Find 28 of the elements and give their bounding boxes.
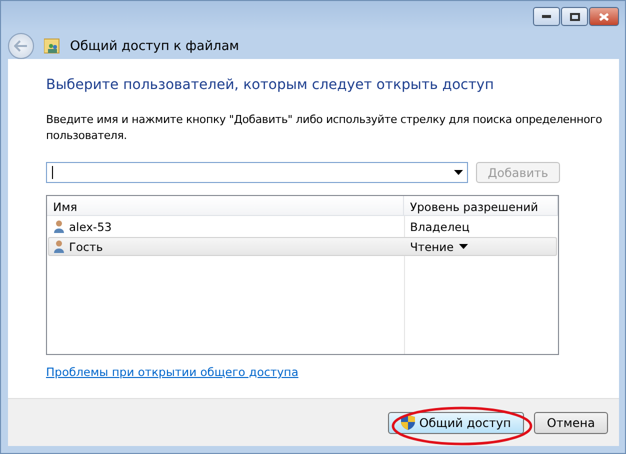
user-row[interactable]: alex-53 Владелец [48, 217, 557, 236]
minimize-button[interactable] [533, 7, 560, 26]
user-name: alex-53 [69, 220, 112, 234]
dropdown-arrow-icon [454, 170, 463, 175]
user-icon [54, 220, 64, 233]
user-name: Гость [69, 240, 103, 254]
share-button[interactable]: Общий доступ [388, 412, 524, 434]
user-name-combobox[interactable] [46, 162, 468, 183]
column-header[interactable]: Имя [47, 196, 404, 215]
close-icon [599, 12, 609, 20]
maximize-button[interactable] [561, 7, 588, 26]
shared-folder-icon [44, 38, 60, 54]
maximize-icon [570, 12, 580, 20]
permission-dropdown-icon [458, 244, 468, 249]
dialog-heading: Выберите пользователей, которым следует открыть доступ [46, 77, 495, 93]
window-title: Общий доступ к файлам [70, 38, 240, 54]
instruction-text: Введите имя и нажмите кнопку "Добавить" либо используйте стрелку для поиска определенного пользователя. [46, 112, 604, 144]
close-button[interactable] [589, 7, 619, 26]
user-row[interactable]: Гость Чтение [48, 237, 557, 256]
permission-level: Владелец [410, 220, 470, 234]
help-link[interactable]: Проблемы при открытии общего доступа [46, 365, 298, 379]
minimize-icon [542, 15, 551, 18]
column-header[interactable]: Уровень разрешений [404, 196, 558, 215]
shield-icon [401, 415, 416, 430]
permission-level: Чтение [410, 240, 454, 254]
back-arrow-icon [14, 40, 28, 52]
cancel-button[interactable]: Отмена [534, 412, 608, 434]
user-icon [54, 240, 64, 253]
